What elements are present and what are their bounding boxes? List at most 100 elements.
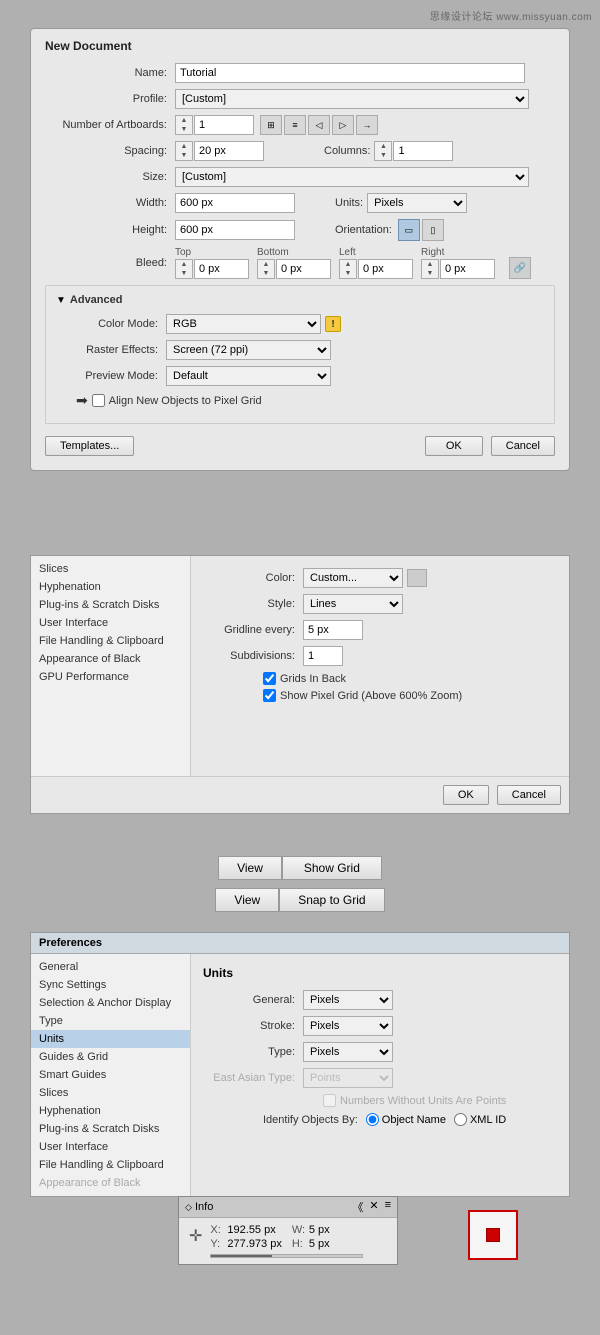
units-sidebar-selection[interactable]: Selection & Anchor Display (31, 994, 190, 1012)
units-sidebar-appearance[interactable]: Appearance of Black (31, 1174, 190, 1192)
preview-mode-row: Preview Mode: Default (56, 366, 544, 386)
ok-button[interactable]: OK (425, 436, 483, 456)
profile-label: Profile: (45, 93, 175, 105)
general-unit-select[interactable]: Pixels (303, 990, 393, 1010)
object-name-radio[interactable] (366, 1113, 379, 1126)
identify-row: Identify Objects By: Object Name XML ID (203, 1113, 557, 1126)
east-asian-select: Points (303, 1068, 393, 1088)
profile-select[interactable]: [Custom] (175, 89, 529, 109)
spacing-input[interactable] (194, 141, 264, 161)
color-swatch[interactable] (407, 569, 427, 587)
name-input[interactable] (175, 63, 525, 83)
landscape-btn[interactable]: ▯ (422, 219, 444, 241)
units-sidebar-ui[interactable]: User Interface (31, 1138, 190, 1156)
x-coord-row: X: 192.55 px (210, 1224, 281, 1236)
templates-button[interactable]: Templates... (45, 436, 134, 456)
subdivisions-input[interactable] (303, 646, 343, 666)
units-select[interactable]: Pixels (367, 193, 467, 213)
next-icon[interactable]: ▷ (332, 115, 354, 135)
units-sidebar-type[interactable]: Type (31, 1012, 190, 1030)
columns-spinner[interactable]: ▲ ▼ (374, 141, 392, 161)
info-coords: X: 192.55 px W: 5 px Y: 277.973 px H: 5 … (210, 1224, 363, 1250)
color-mode-label: Color Mode: (56, 318, 166, 330)
show-grid-button[interactable]: Show Grid (282, 856, 382, 880)
object-name-label[interactable]: Object Name (366, 1113, 446, 1126)
bleed-left-input[interactable] (358, 259, 413, 279)
style-field-label: Style: (203, 598, 303, 610)
info-collapse-btn[interactable]: 《 (352, 1199, 363, 1215)
units-sidebar-sync[interactable]: Sync Settings (31, 976, 190, 994)
bleed-right-spinner[interactable]: ▲▼ (421, 259, 439, 279)
units-sidebar-file[interactable]: File Handling & Clipboard (31, 1156, 190, 1174)
arrow-icon[interactable]: → (356, 115, 378, 135)
color-mode-select[interactable]: RGB (166, 314, 321, 334)
preview-mode-select[interactable]: Default (166, 366, 331, 386)
xml-id-label[interactable]: XML ID (454, 1113, 506, 1126)
align-checkbox[interactable] (92, 394, 105, 407)
width-label: Width: (45, 197, 175, 209)
align-checkbox-label[interactable]: Align New Objects to Pixel Grid (92, 394, 262, 407)
height-input[interactable] (175, 220, 295, 240)
sidebar-item-appearance[interactable]: Appearance of Black (31, 650, 190, 668)
snap-to-grid-button[interactable]: Snap to Grid (279, 888, 384, 912)
info-panel-title: ◇ Info 《 ✕ ≡ (179, 1197, 397, 1218)
artboards-input[interactable] (194, 115, 254, 135)
color-select[interactable]: Custom... (303, 568, 403, 588)
stroke-unit-select[interactable]: Pixels (303, 1016, 393, 1036)
w-value: 5 px (309, 1224, 330, 1236)
grid-cancel-button[interactable]: Cancel (497, 785, 561, 805)
columns-input[interactable] (393, 141, 453, 161)
sidebar-item-gpu[interactable]: GPU Performance (31, 668, 190, 686)
units-sidebar-guides[interactable]: Guides & Grid (31, 1048, 190, 1066)
sidebar-item-file-handling[interactable]: File Handling & Clipboard (31, 632, 190, 650)
units-sidebar-units[interactable]: Units (31, 1030, 190, 1048)
bleed-top-spinner[interactable]: ▲▼ (175, 259, 193, 279)
grid-ok-button[interactable]: OK (443, 785, 489, 805)
width-input[interactable] (175, 193, 295, 213)
cancel-button[interactable]: Cancel (491, 436, 555, 456)
units-sidebar-plugins[interactable]: Plug-ins & Scratch Disks (31, 1120, 190, 1138)
units-sidebar-slices[interactable]: Slices (31, 1084, 190, 1102)
style-select[interactable]: Lines (303, 594, 403, 614)
subdivisions-row: Subdivisions: (203, 646, 557, 666)
raster-effects-select[interactable]: Screen (72 ppi) (166, 340, 331, 360)
grids-in-back-checkbox[interactable] (263, 672, 276, 685)
units-sidebar-hyphenation[interactable]: Hyphenation (31, 1102, 190, 1120)
view-button-1[interactable]: View (218, 856, 282, 880)
sidebar-item-ui[interactable]: User Interface (31, 614, 190, 632)
bleed-right-input[interactable] (440, 259, 495, 279)
gridline-input[interactable] (303, 620, 363, 640)
advanced-toggle[interactable]: ▼ (56, 295, 66, 306)
size-select[interactable]: [Custom] (175, 167, 529, 187)
preview-mode-label: Preview Mode: (56, 370, 166, 382)
height-row: Height: Orientation: ▭ ▯ (45, 219, 555, 241)
xml-id-radio[interactable] (454, 1113, 467, 1126)
row-icon[interactable]: ≡ (284, 115, 306, 135)
advanced-label: Advanced (70, 294, 123, 306)
orientation-label: Orientation: (335, 224, 392, 236)
bleed-bottom-input[interactable] (276, 259, 331, 279)
link-bleed-btn[interactable]: 🔗 (509, 257, 531, 279)
bleed-left-spinner[interactable]: ▲▼ (339, 259, 357, 279)
info-menu-btn[interactable]: ≡ (385, 1199, 391, 1215)
watermark: 思缘设计论坛 www.missyuan.com (430, 8, 592, 23)
units-sidebar-smart[interactable]: Smart Guides (31, 1066, 190, 1084)
view-button-2[interactable]: View (215, 888, 279, 912)
portrait-btn[interactable]: ▭ (398, 219, 420, 241)
bleed-bottom-spinner[interactable]: ▲▼ (257, 259, 275, 279)
bleed-top-input[interactable] (194, 259, 249, 279)
grid-icon[interactable]: ⊞ (260, 115, 282, 135)
artboards-spinner[interactable]: ▲ ▼ (175, 115, 254, 135)
y-label: Y: (210, 1238, 224, 1250)
show-pixel-grid-checkbox[interactable] (263, 689, 276, 702)
prev-icon[interactable]: ◁ (308, 115, 330, 135)
info-close-btn[interactable]: ✕ (369, 1199, 378, 1215)
units-sidebar-general[interactable]: General (31, 958, 190, 976)
sidebar-item-hyphenation[interactable]: Hyphenation (31, 578, 190, 596)
spacing-label: Spacing: (45, 145, 175, 157)
type-unit-select[interactable]: Pixels (303, 1042, 393, 1062)
sidebar-item-slices[interactable]: Slices (31, 560, 190, 578)
spacing-spinner[interactable]: ▲ ▼ (175, 141, 193, 161)
sidebar-item-plugins[interactable]: Plug-ins & Scratch Disks (31, 596, 190, 614)
bleed-row: Bleed: Top ▲▼ Bottom ▲▼ Left ▲▼ (45, 247, 555, 279)
